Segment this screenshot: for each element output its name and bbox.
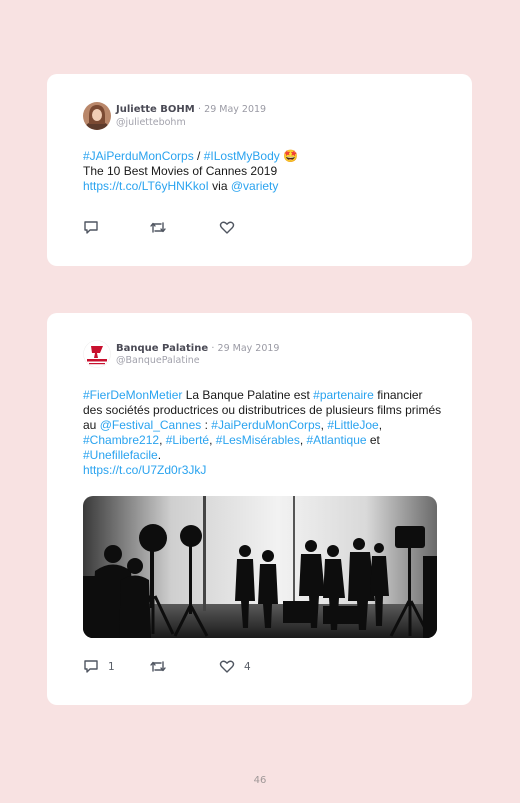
text-fragment: via [208,179,231,193]
hashtag[interactable]: #Atlantique [307,433,367,447]
hashtag[interactable]: #JaiPerduMonCorps [211,418,320,432]
text-fragment: , [159,433,166,447]
tweet-card-banque-palatine: Banque Palatine · 29 May 2019 @BanquePal… [47,313,472,705]
hashtag[interactable]: #JAiPerduMonCorps [83,149,194,163]
text-fragment: et [366,433,380,447]
tweet-text: #JAiPerduMonCorps / #ILostMyBody 🤩 The 1… [83,149,443,194]
text-fragment: . [157,448,162,462]
reply-icon [84,221,98,234]
hashtag[interactable]: #Chambre212 [83,433,159,447]
avatar[interactable] [83,340,111,368]
hashtag[interactable]: #Liberté [166,433,209,447]
hashtag[interactable]: #Unefillefacile [83,448,158,462]
heart-icon [219,660,235,673]
tweet-author: Juliette BOHM · 29 May 2019 [116,104,266,115]
like-count: 4 [244,660,251,673]
retweet-icon [150,661,166,672]
author-name[interactable]: Banque Palatine [116,343,208,354]
reply-count: 1 [108,660,115,673]
author-handle[interactable]: @BanquePalatine [116,355,200,366]
heart-icon [219,221,235,234]
avatar[interactable] [83,102,111,130]
author-handle[interactable]: @juliettebohm [116,117,186,128]
text-fragment: / [193,149,204,163]
tweet-link[interactable]: https://t.co/U7Zd0r3JkJ [83,463,206,477]
separator-dot: · [211,343,215,354]
hashtag[interactable]: #FierDeMonMetier [83,388,182,402]
text-fragment: La Banque Palatine est [182,388,314,402]
text-fragment: , [378,418,383,432]
tweet-link[interactable]: https://t.co/LT6yHNKkoI [83,179,209,193]
like-button[interactable]: 4 [219,659,251,674]
reply-button[interactable] [83,220,99,235]
text-fragment: , [209,433,216,447]
hashtag[interactable]: #LittleJoe [327,418,378,432]
text-fragment: : [201,418,212,432]
mention[interactable]: @Festival_Cannes [100,418,202,432]
retweet-button[interactable] [149,220,167,235]
mention[interactable]: @variety [231,179,279,193]
reply-button[interactable]: 1 [83,659,115,674]
reply-icon [84,660,98,673]
like-button[interactable] [219,220,235,235]
tweet-author: Banque Palatine · 29 May 2019 [116,343,279,354]
page-number: 46 [253,775,267,786]
hashtag[interactable]: #partenaire [313,388,374,402]
text-fragment: The 10 Best Movies of Cannes 2019 [83,164,278,178]
hashtag[interactable]: #LesMisérables [216,433,300,447]
hashtag[interactable]: #ILostMyBody [204,149,280,163]
tweet-text: #FierDeMonMetier La Banque Palatine est … [83,388,445,478]
tweet-date[interactable]: 29 May 2019 [204,104,266,115]
film-set-photo[interactable] [83,496,437,638]
emoji: 🤩 [283,149,299,163]
tweet-card-juliette: Juliette BOHM · 29 May 2019 @julietteboh… [47,74,472,266]
tweet-date[interactable]: 29 May 2019 [218,343,280,354]
retweet-icon [150,222,166,233]
retweet-button[interactable] [149,659,167,674]
text-fragment: , [299,433,307,447]
author-name[interactable]: Juliette BOHM [116,104,195,115]
separator-dot: · [197,104,201,115]
